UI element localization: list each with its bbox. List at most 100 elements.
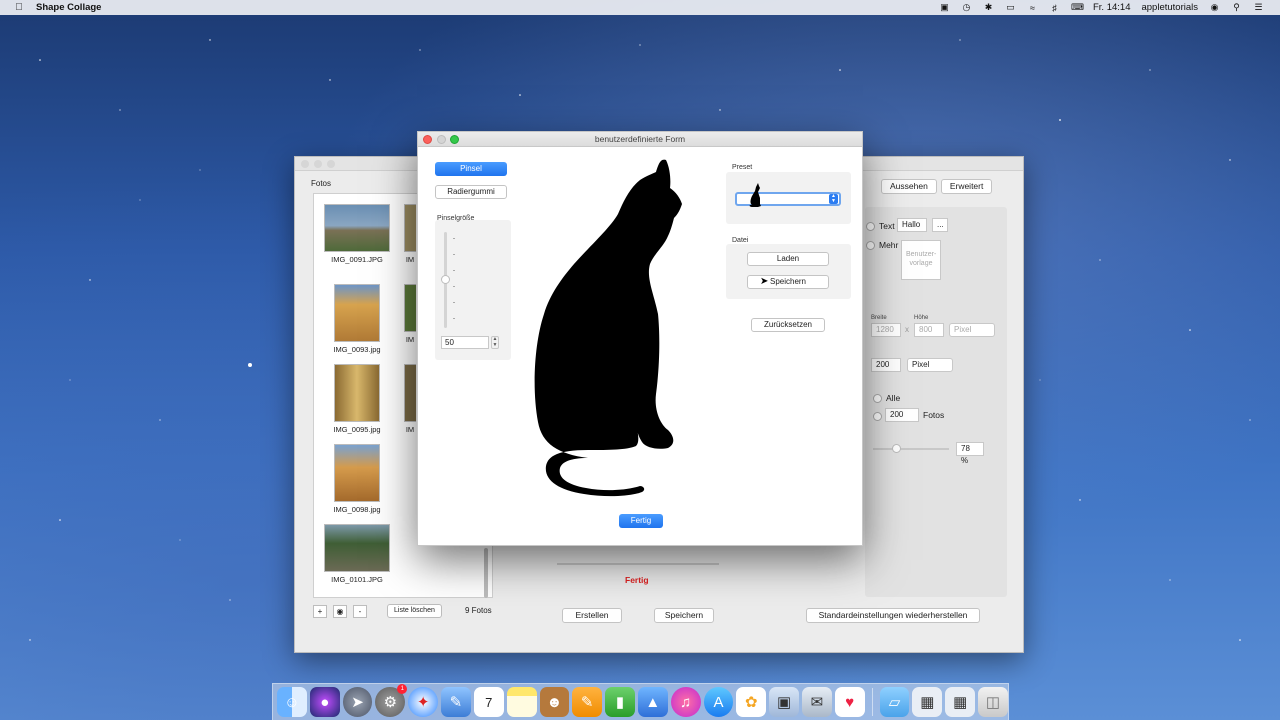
text-option[interactable]: Text — [866, 221, 895, 232]
trash-icon[interactable]: ◫ — [978, 687, 1008, 717]
photo-thumb[interactable]: IMG_0101.JPG — [322, 524, 392, 584]
photo-thumb[interactable]: IM — [404, 364, 416, 434]
main-close-icon[interactable] — [301, 160, 309, 168]
clear-list-button[interactable]: Liste löschen — [387, 604, 442, 618]
photo-thumb[interactable]: IM — [404, 284, 416, 344]
photo-name: IM — [405, 425, 415, 434]
globe-icon[interactable]: ◉ — [333, 604, 347, 618]
brush-size-slider-knob[interactable] — [441, 275, 450, 284]
custom-shape-dialog: benutzerdefinierte Form Pinsel Radiergum… — [417, 131, 863, 546]
apple-icon[interactable]:  — [12, 2, 26, 13]
text-field[interactable]: Hallo — [897, 218, 927, 232]
load-button[interactable]: Laden — [747, 252, 829, 266]
tab-erweitert[interactable]: Erweitert — [940, 179, 993, 194]
more-button[interactable]: ... — [932, 218, 948, 232]
volume-icon[interactable]: ♯ — [1049, 3, 1060, 13]
add-photo-button[interactable]: + — [313, 604, 327, 618]
photos-icon[interactable]: ✿ — [736, 687, 767, 717]
lock-icon[interactable]: ▣ — [939, 2, 950, 13]
folder-icon[interactable]: ▱ — [879, 687, 910, 717]
contacts-icon[interactable]: ☻ — [539, 687, 570, 717]
text-radio[interactable] — [866, 222, 875, 232]
size-field[interactable]: 200 — [871, 358, 901, 372]
zoom-icon[interactable] — [450, 135, 459, 144]
settings-tabs: Aussehen Erweitert — [881, 179, 993, 194]
launchpad-icon[interactable]: ➤ — [342, 687, 373, 717]
photo-image — [324, 524, 390, 572]
notification-center-icon[interactable]: ☰ — [1253, 2, 1264, 13]
user-name[interactable]: appletutorials — [1141, 2, 1198, 13]
main-minimize-icon[interactable] — [314, 160, 322, 168]
notes-icon[interactable] — [506, 687, 537, 717]
user-icon[interactable]: ◉ — [1209, 2, 1220, 13]
fotos-count-radio[interactable] — [873, 412, 882, 421]
alle-radio[interactable] — [873, 394, 882, 404]
photo-list-scrollbar[interactable] — [484, 548, 488, 598]
time-machine-icon[interactable]: ◷ — [961, 2, 972, 13]
bluetooth-icon[interactable]: ✱ — [983, 2, 994, 13]
brush-size-stepper[interactable]: ▲ ▼ — [491, 336, 499, 349]
photo-thumb[interactable]: IM — [404, 204, 416, 264]
done-button[interactable]: Fertig — [619, 514, 663, 528]
status-area: ▣ ◷ ✱ ▭ ≈ ♯ ⌨ Fr. 14:14 appletutorials ◉… — [939, 2, 1264, 13]
cat-preset-icon — [749, 183, 761, 207]
airplay-icon[interactable]: ▭ — [1005, 2, 1016, 13]
finder-icon[interactable]: ☺ — [277, 687, 307, 717]
alle-option[interactable]: Alle — [873, 393, 900, 404]
drawing-canvas[interactable] — [518, 154, 718, 510]
unit-select[interactable]: Pixel — [949, 323, 995, 337]
template-box[interactable]: Benutzer-vorlage — [901, 240, 941, 280]
clock[interactable]: Fr. 14:14 — [1093, 2, 1131, 13]
mehr-option[interactable]: Mehr — [866, 240, 898, 251]
preview-icon[interactable]: ✎ — [441, 687, 471, 717]
calendar-icon[interactable]: 7 — [473, 687, 504, 717]
brush-button[interactable]: Pinsel — [435, 162, 507, 176]
zoom-field[interactable]: 78 % — [956, 442, 984, 465]
downloads-icon[interactable]: ▦ — [912, 687, 943, 717]
minimize-icon[interactable] — [437, 135, 446, 144]
photo-thumb[interactable]: IMG_0091.JPG — [322, 204, 392, 264]
photo-thumb[interactable]: IMG_0093.jpg — [322, 284, 392, 354]
height-field[interactable]: 800 — [914, 323, 944, 337]
close-icon[interactable] — [423, 135, 432, 144]
tab-aussehen[interactable]: Aussehen — [881, 179, 937, 194]
mehr-radio[interactable] — [866, 241, 875, 251]
pages-icon[interactable]: ✎ — [572, 687, 603, 717]
safari-icon[interactable]: ✦ — [408, 687, 439, 717]
siri-icon[interactable]: ● — [309, 687, 340, 717]
main-zoom-icon[interactable] — [327, 160, 335, 168]
brush-size-field[interactable]: 50 — [441, 336, 489, 349]
keyboard-icon[interactable]: ⌨ — [1071, 2, 1084, 13]
wifi-icon[interactable]: ≈ — [1027, 3, 1038, 13]
image-capture-icon[interactable]: ▣ — [769, 687, 799, 717]
preset-select[interactable]: ▲ ▼ — [735, 183, 841, 207]
fotos-count-field[interactable]: 200 — [885, 408, 919, 422]
slider-tick — [453, 318, 455, 319]
photo-name: IMG_0095.jpg — [333, 425, 381, 434]
mail-icon[interactable]: ✉ — [802, 687, 832, 717]
photo-count: 9 Fotos — [465, 606, 492, 615]
app-menu-name[interactable]: Shape Collage — [36, 2, 101, 13]
reset-button[interactable]: Zurücksetzen — [751, 318, 825, 332]
unit-select-2[interactable]: Pixel — [907, 358, 953, 372]
width-field[interactable]: 1280 — [871, 323, 901, 337]
launcher-icon[interactable]: ▦ — [945, 687, 976, 717]
save-collage-button[interactable]: Speichern — [654, 608, 714, 623]
shape-collage-icon[interactable]: ♥ — [834, 687, 865, 717]
system-preferences-icon[interactable]: ⚙ 1 — [375, 684, 408, 717]
eraser-button[interactable]: Radiergummi — [435, 185, 507, 199]
numbers-icon[interactable]: ▮ — [605, 687, 635, 717]
brush-size-label: Pinselgröße — [437, 215, 475, 222]
create-button[interactable]: Erstellen — [562, 608, 622, 623]
photo-thumb[interactable]: IMG_0095.jpg — [322, 364, 392, 434]
itunes-icon[interactable]: ♫ — [670, 687, 701, 717]
remove-photo-button[interactable]: - — [353, 604, 367, 618]
notification-badge: 1 — [397, 684, 408, 694]
zoom-slider-knob[interactable] — [892, 444, 901, 453]
reset-defaults-button[interactable]: Standardeinstellungen wiederherstellen — [806, 608, 980, 623]
app-store-icon[interactable]: A — [703, 687, 734, 717]
keynote-icon[interactable]: ▲ — [637, 687, 668, 717]
zoom-slider[interactable] — [873, 448, 949, 450]
spotlight-icon[interactable]: ⚲ — [1231, 2, 1242, 13]
photo-thumb[interactable]: IMG_0098.jpg — [322, 444, 392, 514]
